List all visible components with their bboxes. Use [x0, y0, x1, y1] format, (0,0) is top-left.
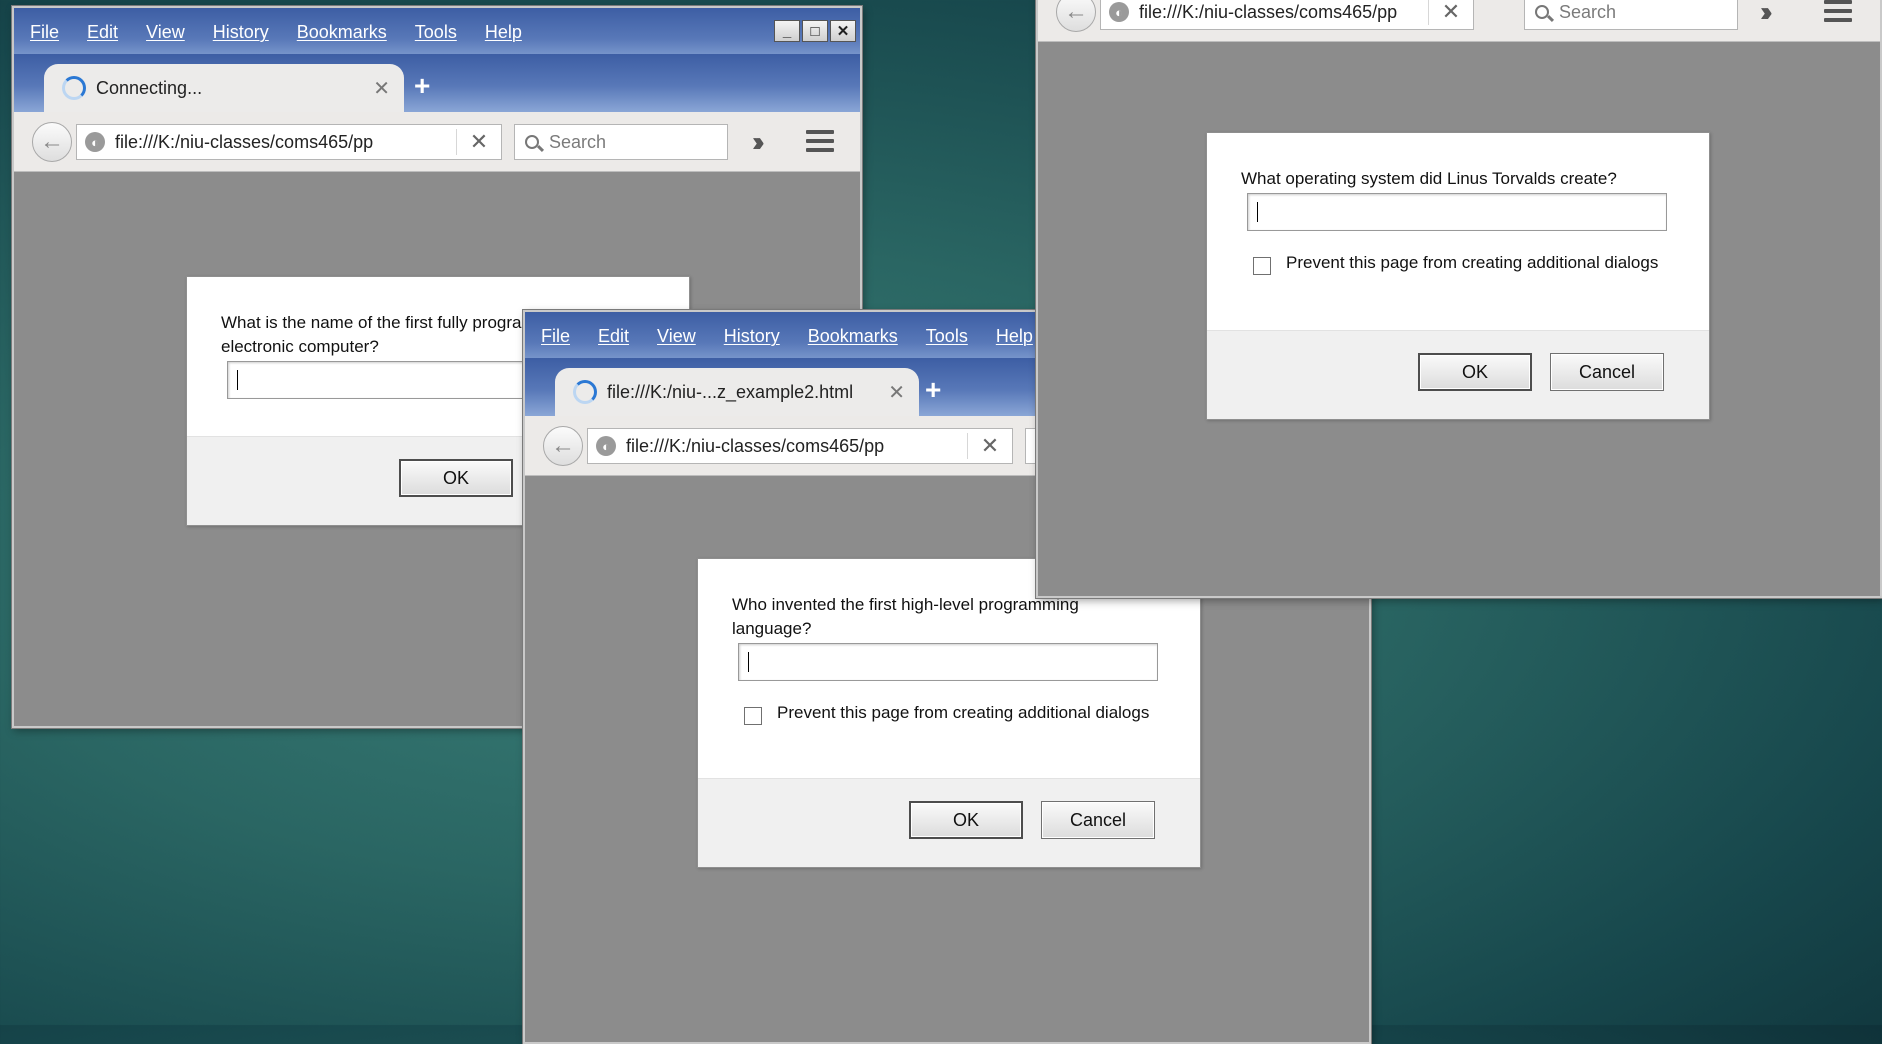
prompt-dialog: Who invented the first high-level progra… — [697, 558, 1201, 868]
globe-icon: ◐ — [596, 436, 616, 456]
globe-icon: ◐ — [1109, 2, 1129, 22]
url-bar[interactable]: ◐ file:///K:/niu-classes/coms465/pp ✕ — [76, 124, 502, 160]
back-arrow-icon[interactable]: ← — [543, 426, 583, 466]
url-clear-icon[interactable]: ✕ — [456, 129, 501, 155]
back-arrow-icon[interactable]: ← — [1056, 0, 1096, 32]
prompt-dialog: What operating system did Linus Torvalds… — [1206, 132, 1710, 420]
search-icon — [525, 135, 539, 149]
menu-file[interactable]: File — [30, 22, 59, 43]
dialog-question: Who invented the first high-level progra… — [732, 595, 1079, 638]
url-text: file:///K:/niu-classes/coms465/pp — [626, 435, 885, 456]
text-caret — [237, 370, 238, 390]
prevent-dialogs-label: Prevent this page from creating addition… — [1286, 253, 1659, 272]
cancel-button[interactable]: Cancel — [1041, 801, 1155, 839]
menu-history[interactable]: History — [213, 22, 269, 43]
loading-spinner-icon — [573, 380, 597, 404]
search-icon — [1535, 5, 1549, 19]
text-caret — [1257, 202, 1258, 222]
url-bar[interactable]: ◐ file:///K:/niu-classes/coms465/pp ✕ — [587, 428, 1013, 464]
answer-input[interactable] — [1247, 193, 1667, 231]
hamburger-menu-icon[interactable] — [806, 130, 834, 157]
dialog-footer: OK Cancel — [1207, 330, 1709, 419]
close-icon: ✕ — [836, 22, 850, 40]
url-text: file:///K:/niu-classes/coms465/pp — [1139, 1, 1398, 22]
new-tab-plus-icon[interactable]: + — [925, 376, 941, 404]
prevent-dialogs-checkbox[interactable] — [1253, 257, 1271, 275]
ok-button[interactable]: OK — [399, 459, 513, 497]
tab-close-icon[interactable]: ✕ — [373, 76, 390, 101]
cancel-button[interactable]: Cancel — [1550, 353, 1664, 391]
url-text: file:///K:/niu-classes/coms465/pp — [115, 131, 374, 152]
dialog-footer: OK Cancel — [698, 778, 1200, 867]
tab-active[interactable]: Connecting... ✕ — [44, 64, 404, 112]
answer-input[interactable] — [738, 643, 1158, 681]
menu-bookmarks[interactable]: Bookmarks — [297, 22, 387, 43]
menu-help[interactable]: Help — [485, 22, 522, 43]
nav-bar: ← ◐ file:///K:/niu-classes/coms465/pp ✕ … — [1038, 0, 1880, 42]
overflow-chevron-icon[interactable]: ›› — [1760, 0, 1772, 28]
globe-icon: ◐ — [85, 132, 105, 152]
text-caret — [748, 652, 749, 672]
url-clear-icon[interactable]: ✕ — [967, 433, 1012, 459]
loading-spinner-icon — [62, 76, 86, 100]
maximize-icon: □ — [810, 22, 820, 40]
tab-title: file:///K:/niu-...z_example2.html — [607, 381, 854, 402]
prevent-dialogs-label: Prevent this page from creating addition… — [777, 703, 1150, 722]
tab-close-icon[interactable]: ✕ — [888, 380, 905, 405]
url-bar[interactable]: ◐ file:///K:/niu-classes/coms465/pp ✕ — [1100, 0, 1474, 30]
search-placeholder: Search — [1559, 1, 1617, 22]
menu-view[interactable]: View — [146, 22, 185, 43]
dialog-question: What operating system did Linus Torvalds… — [1241, 169, 1617, 188]
tab-strip: Connecting... ✕ + — [14, 54, 860, 112]
prevent-dialogs-checkbox[interactable] — [744, 707, 762, 725]
maximize-button[interactable]: □ — [802, 20, 828, 42]
url-clear-icon[interactable]: ✕ — [1428, 0, 1473, 25]
tab-title: Connecting... — [96, 77, 203, 98]
minimize-icon: _ — [782, 22, 792, 40]
menu-edit[interactable]: Edit — [598, 326, 629, 347]
search-input[interactable]: Search — [1524, 0, 1738, 30]
close-window-button[interactable]: ✕ — [830, 20, 856, 42]
ok-button[interactable]: OK — [1418, 353, 1532, 391]
back-arrow-icon[interactable]: ← — [32, 122, 72, 162]
overflow-chevron-icon[interactable]: ›› — [752, 126, 764, 158]
hamburger-menu-icon[interactable] — [1824, 0, 1852, 27]
minimize-button[interactable]: _ — [774, 20, 800, 42]
menu-file[interactable]: File — [541, 326, 570, 347]
menu-tools[interactable]: Tools — [415, 22, 457, 43]
search-placeholder: Search — [549, 131, 607, 152]
ok-button[interactable]: OK — [909, 801, 1023, 839]
browser-window-right: ← ◐ file:///K:/niu-classes/coms465/pp ✕ … — [1036, 0, 1882, 598]
tab-active[interactable]: file:///K:/niu-...z_example2.html ✕ — [555, 368, 919, 416]
menu-bookmarks[interactable]: Bookmarks — [808, 326, 898, 347]
menu-history[interactable]: History — [724, 326, 780, 347]
nav-bar: ← ◐ file:///K:/niu-classes/coms465/pp ✕ … — [14, 112, 860, 172]
menu-help[interactable]: Help — [996, 326, 1033, 347]
menu-view[interactable]: View — [657, 326, 696, 347]
menu-tools[interactable]: Tools — [926, 326, 968, 347]
menu-edit[interactable]: Edit — [87, 22, 118, 43]
new-tab-plus-icon[interactable]: + — [414, 72, 430, 100]
search-input[interactable]: Search — [514, 124, 728, 160]
